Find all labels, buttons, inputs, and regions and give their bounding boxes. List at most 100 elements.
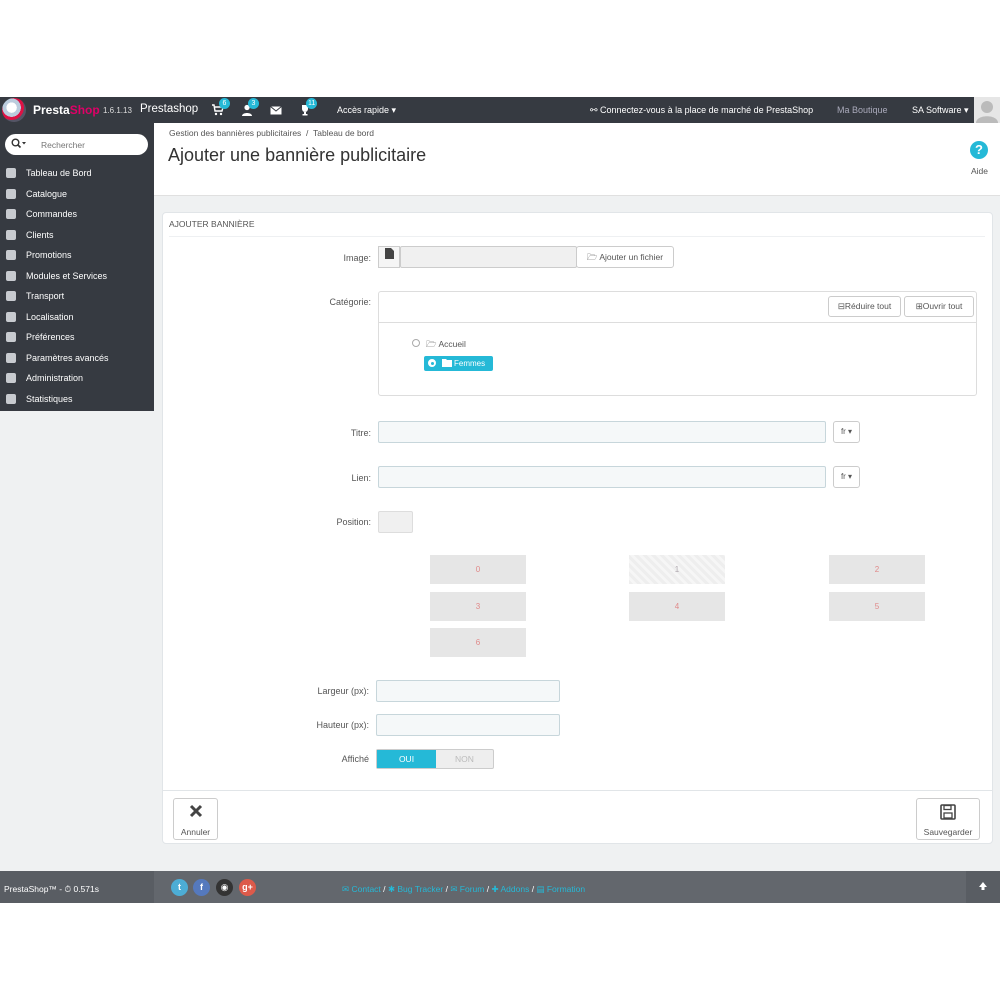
cancel-button[interactable]: Annuler xyxy=(173,798,218,840)
footer-link-label: Contact xyxy=(351,884,381,894)
width-input[interactable] xyxy=(376,680,560,702)
sidebar-item-shipping[interactable]: Transport xyxy=(0,286,154,307)
footer-link-contact[interactable]: ✉ Contact xyxy=(342,884,381,894)
trophy-icon[interactable]: 11 xyxy=(299,98,318,116)
footer-link-training[interactable]: ▤ Formation xyxy=(536,884,585,894)
title-language-select[interactable]: fr ▾ xyxy=(833,421,860,443)
footer-link-label: Formation xyxy=(546,884,586,894)
prestashop-logo[interactable] xyxy=(2,98,26,122)
help-label[interactable]: Aide xyxy=(971,166,988,176)
footer-link-label: Forum xyxy=(459,884,485,894)
search-icon[interactable] xyxy=(11,138,27,152)
category-radio-femmes[interactable] xyxy=(428,359,436,367)
image-label: Image: xyxy=(343,253,371,263)
link-language-select[interactable]: fr ▾ xyxy=(833,466,860,488)
expand-all-button[interactable]: ⊞Ouvrir tout xyxy=(904,296,974,317)
brand-shop: Shop xyxy=(69,103,100,117)
sidebar-item-stats[interactable]: Statistiques xyxy=(0,389,154,410)
file-icon xyxy=(378,246,400,268)
avatar[interactable] xyxy=(974,97,1000,123)
sidebar-item-label: Catalogue xyxy=(26,188,68,199)
scroll-top-button[interactable] xyxy=(966,871,1000,903)
my-shop-link[interactable]: Ma Boutique xyxy=(837,105,888,115)
sidebar-item-preferences[interactable]: Préférences xyxy=(0,327,154,348)
sidebar-item-label: Paramètres avancés xyxy=(26,352,109,363)
user-menu[interactable]: SA Software ▾ xyxy=(912,105,969,116)
breadcrumb-module[interactable]: Gestion des bannières publicitaires xyxy=(169,128,301,138)
position-cell-6[interactable]: 6 xyxy=(430,628,526,657)
add-file-button[interactable]: 🗁 Ajouter un fichier xyxy=(576,246,674,268)
position-cell-3[interactable]: 3 xyxy=(430,592,526,621)
orders-badge: 6 xyxy=(219,98,230,109)
position-input[interactable] xyxy=(378,511,413,533)
displayed-toggle[interactable]: OUI NON xyxy=(376,749,494,769)
wrench-icon xyxy=(6,332,16,342)
sidebar: Tableau de Bord Catalogue Commandes Clie… xyxy=(0,123,154,411)
footer-link-forum[interactable]: ✉ Forum xyxy=(450,884,484,894)
brand-name: PrestaShop xyxy=(33,103,100,117)
user-icon[interactable]: 3 xyxy=(241,98,259,116)
footer-link-bugtracker[interactable]: ✱ Bug Tracker xyxy=(388,884,443,894)
toggle-no[interactable]: NON xyxy=(436,750,493,768)
position-cell-4[interactable]: 4 xyxy=(629,592,725,621)
help-icon[interactable]: ? xyxy=(970,141,988,159)
mail-icon[interactable] xyxy=(270,104,282,116)
quick-access-menu[interactable]: Accès rapide ▾ xyxy=(337,105,396,116)
breadcrumb-dashboard[interactable]: Tableau de bord xyxy=(313,128,374,138)
sidebar-item-promotions[interactable]: Promotions xyxy=(0,245,154,266)
shop-name-link[interactable]: Prestashop xyxy=(140,103,198,115)
marketplace-link[interactable]: ⚯ Connectez-vous à la place de marché de… xyxy=(590,105,813,116)
position-cell-1[interactable]: 1 xyxy=(629,555,725,584)
save-label: Sauvegarder xyxy=(923,827,973,837)
sidebar-item-localization[interactable]: Localisation xyxy=(0,307,154,328)
footer-link-label: Addons xyxy=(500,884,530,894)
sidebar-item-label: Clients xyxy=(26,229,54,240)
sidebar-item-label: Modules et Services xyxy=(26,270,108,281)
comments-icon: ✉ xyxy=(450,884,460,894)
folder-icon xyxy=(442,359,452,367)
book-icon xyxy=(6,188,16,199)
position-cell-5[interactable]: 5 xyxy=(829,592,925,621)
search-input[interactable] xyxy=(41,137,141,152)
footer-left: PrestaShop™ - ⏱ 0.571s xyxy=(0,871,154,903)
link-input[interactable] xyxy=(378,466,826,488)
tree-node-accueil[interactable]: 🗁 Accueil xyxy=(426,339,466,353)
sidebar-item-administration[interactable]: Administration xyxy=(0,368,154,389)
position-cell-2[interactable]: 2 xyxy=(829,555,925,584)
bar-chart-icon xyxy=(6,393,16,404)
tree-node-femmes[interactable]: Femmes xyxy=(424,356,493,371)
sidebar-item-catalog[interactable]: Catalogue xyxy=(0,184,154,205)
google-plus-icon[interactable]: g+ xyxy=(239,879,256,896)
position-cell-0[interactable]: 0 xyxy=(430,555,526,584)
facebook-icon[interactable]: f xyxy=(193,879,210,896)
collapse-all-button[interactable]: ⊟Réduire tout xyxy=(828,296,901,317)
sidebar-item-label: Administration xyxy=(26,373,84,383)
twitter-icon[interactable]: t xyxy=(171,879,188,896)
panel-footer-divider xyxy=(163,790,992,791)
height-input[interactable] xyxy=(376,714,560,736)
sidebar-item-orders[interactable]: Commandes xyxy=(0,204,154,225)
brand-presta: Presta xyxy=(33,103,70,117)
footer-link-addons[interactable]: ✚ Addons xyxy=(491,884,529,894)
sidebar-item-customers[interactable]: Clients xyxy=(0,225,154,246)
cogs-icon xyxy=(6,352,16,363)
github-icon[interactable]: ◉ xyxy=(216,879,233,896)
toggle-yes[interactable]: OUI xyxy=(377,750,436,768)
file-name-field[interactable] xyxy=(400,246,577,268)
cart-icon[interactable]: 6 xyxy=(212,98,230,116)
sidebar-item-advanced[interactable]: Paramètres avancés xyxy=(0,348,154,369)
sidebar-item-dashboard[interactable]: Tableau de Bord xyxy=(0,163,154,184)
bug-icon: ✱ xyxy=(387,884,398,894)
sidebar-item-modules[interactable]: Modules et Services xyxy=(0,266,154,287)
sidebar-item-label: Commandes xyxy=(26,209,78,219)
credit-card-icon xyxy=(6,209,16,219)
title-input[interactable] xyxy=(378,421,826,443)
minus-square-icon: ⊟ xyxy=(837,301,845,311)
collapse-all-label: Réduire tout xyxy=(844,301,892,311)
category-radio-accueil[interactable] xyxy=(412,339,420,347)
truck-icon xyxy=(6,291,16,301)
save-button[interactable]: Sauvegarder xyxy=(916,798,980,840)
users-icon xyxy=(6,229,16,240)
sidebar-item-label: Tableau de Bord xyxy=(26,168,92,178)
breadcrumb: Gestion des bannières publicitaires / Ta… xyxy=(169,128,374,138)
